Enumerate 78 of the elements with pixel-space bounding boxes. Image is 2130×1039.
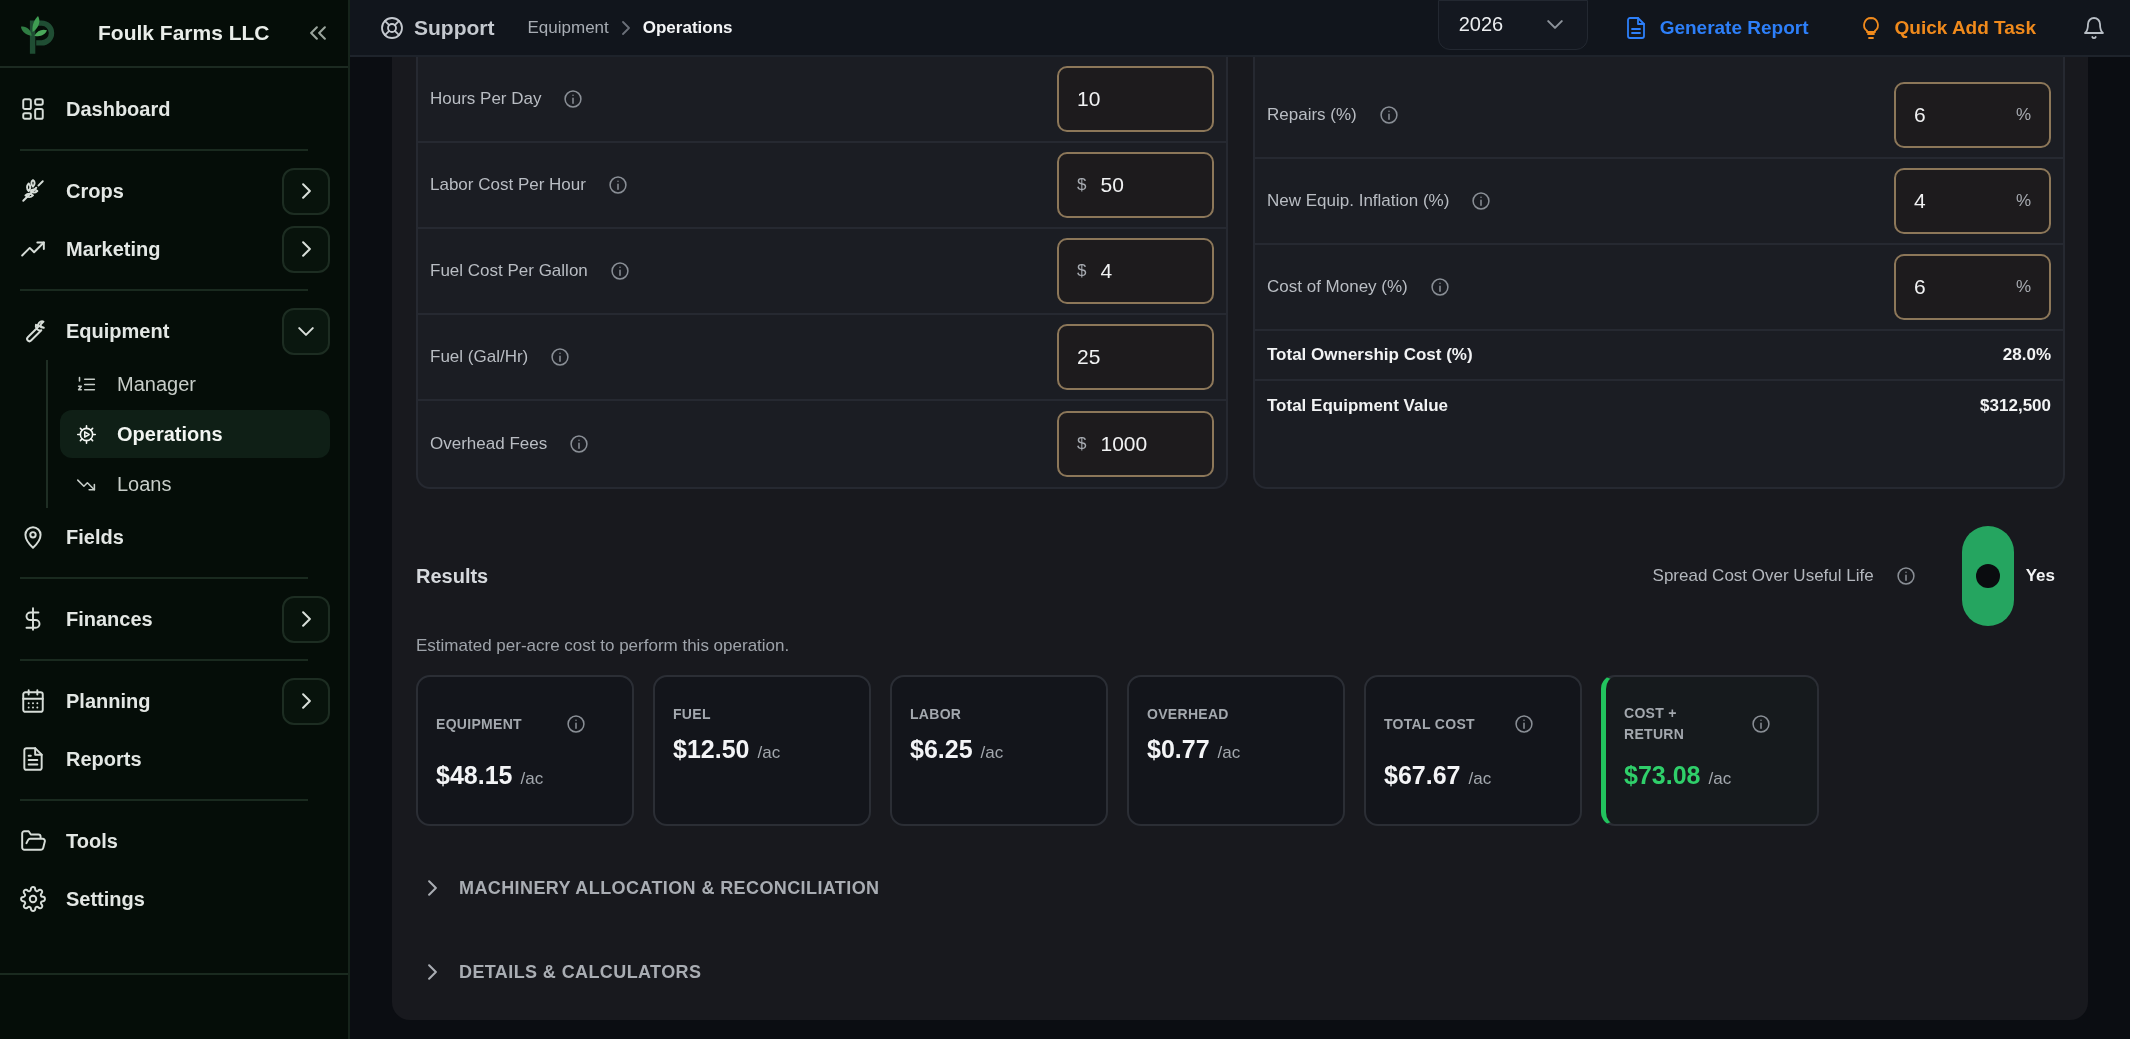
input-field[interactable]: 4 %	[1894, 168, 2051, 234]
field-label: Labor Cost Per Hour	[430, 175, 586, 195]
nav-item[interactable]: Finances	[20, 606, 282, 632]
unit-label: /ac	[757, 743, 781, 763]
total-label: Total Ownership Cost (%)	[1267, 345, 1473, 365]
result-value: $6.25	[910, 735, 973, 764]
brand-name: Foulk Farms LLC	[98, 21, 271, 45]
result-label: LABOR	[910, 704, 962, 724]
nav-subitem[interactable]: Loans	[60, 460, 330, 508]
percent-suffix: %	[2015, 277, 2031, 297]
field-label: New Equip. Inflation (%)	[1267, 191, 1450, 211]
breadcrumb-item[interactable]: Equipment	[527, 17, 609, 38]
unit-label: /ac	[1217, 743, 1241, 763]
result-value: $67.67	[1384, 761, 1461, 790]
field-label: Fuel (Gal/Hr)	[430, 347, 529, 367]
currency-prefix: $	[1077, 434, 1087, 454]
value-input[interactable]: 6	[1914, 103, 2002, 127]
section-toggle[interactable]: MACHINERY ALLOCATION & RECONCILIATION	[416, 846, 880, 930]
input-field[interactable]: 25	[1057, 324, 1214, 390]
nav-item[interactable]: Planning	[20, 688, 282, 714]
result-label: TOTAL COST	[1384, 714, 1475, 734]
nav-item[interactable]: Fields	[20, 524, 330, 550]
input-field[interactable]: $ 50	[1057, 152, 1214, 218]
result-value: $12.50	[673, 735, 750, 764]
nav-subitem[interactable]: Manager	[60, 360, 330, 408]
value-input[interactable]: 4	[1914, 189, 2002, 213]
nav-item[interactable]: Marketing	[20, 236, 282, 262]
nav-item[interactable]: Settings	[20, 886, 330, 912]
unit-label: /ac	[1708, 769, 1732, 789]
value-input[interactable]: 1000	[1100, 432, 1194, 456]
section-toggle[interactable]: DETAILS & CALCULATORS	[416, 930, 702, 1014]
value-input[interactable]: 6	[1914, 275, 2002, 299]
field-label: Fuel Cost Per Gallon	[430, 261, 588, 281]
input-field[interactable]: 6 %	[1894, 82, 2051, 148]
result-value: $48.15	[436, 761, 513, 790]
input-field[interactable]: 6 %	[1894, 254, 2051, 320]
unit-label: /ac	[520, 769, 544, 789]
value-input[interactable]: 25	[1077, 345, 1194, 369]
nav-item[interactable]: Crops	[20, 178, 282, 204]
percent-suffix: %	[2015, 191, 2031, 211]
result-value: $73.08	[1624, 761, 1701, 790]
result-label: OVERHEAD	[1147, 704, 1229, 724]
result-label: COST + RETURN	[1624, 704, 1686, 744]
year-select[interactable]: 2026	[1437, 0, 1588, 50]
total-value: 28.0%	[2002, 345, 2051, 365]
nav-item[interactable]: Equipment	[20, 318, 282, 344]
currency-prefix: $	[1077, 261, 1087, 281]
value-input[interactable]: 10	[1077, 87, 1194, 111]
unit-label: /ac	[1468, 769, 1492, 789]
generate-report-button[interactable]: Generate Report	[1623, 15, 1809, 40]
quick-add-task-button[interactable]: Quick Add Task	[1858, 15, 2036, 40]
results-heading: Results	[416, 564, 489, 588]
input-field[interactable]: $ 4	[1057, 238, 1214, 304]
total-label: Total Equipment Value	[1267, 396, 1449, 416]
value-input[interactable]: 4	[1100, 259, 1194, 283]
support-link[interactable]: Support	[380, 15, 495, 40]
value-input[interactable]: 50	[1100, 173, 1194, 197]
result-value: $0.77	[1147, 735, 1210, 764]
result-label: EQUIPMENT	[436, 714, 522, 734]
field-label: Repairs (%)	[1267, 105, 1357, 125]
nav-item[interactable]: Tools	[20, 828, 330, 854]
field-label: Cost of Money (%)	[1267, 277, 1408, 297]
nav-item[interactable]: Dashboard	[20, 96, 330, 122]
toggle-label: Spread Cost Over Useful Life	[1652, 566, 1874, 586]
nav-item[interactable]: Reports	[20, 746, 330, 772]
input-field[interactable]: 10	[1057, 66, 1214, 132]
result-label: FUEL	[673, 704, 711, 724]
total-value: $312,500	[1980, 396, 2051, 416]
percent-suffix: %	[2015, 105, 2031, 125]
breadcrumb-item: Operations	[642, 17, 733, 38]
input-field[interactable]: $ 1000	[1057, 411, 1214, 477]
currency-prefix: $	[1077, 175, 1087, 195]
unit-label: /ac	[980, 743, 1004, 763]
results-description: Estimated per-acre cost to perform this operation.	[416, 636, 791, 656]
field-label: Hours Per Day	[430, 89, 542, 109]
toggle-value: Yes	[2025, 566, 2055, 586]
nav-subitem[interactable]: Operations	[60, 410, 330, 458]
field-label: Overhead Fees	[430, 434, 548, 454]
